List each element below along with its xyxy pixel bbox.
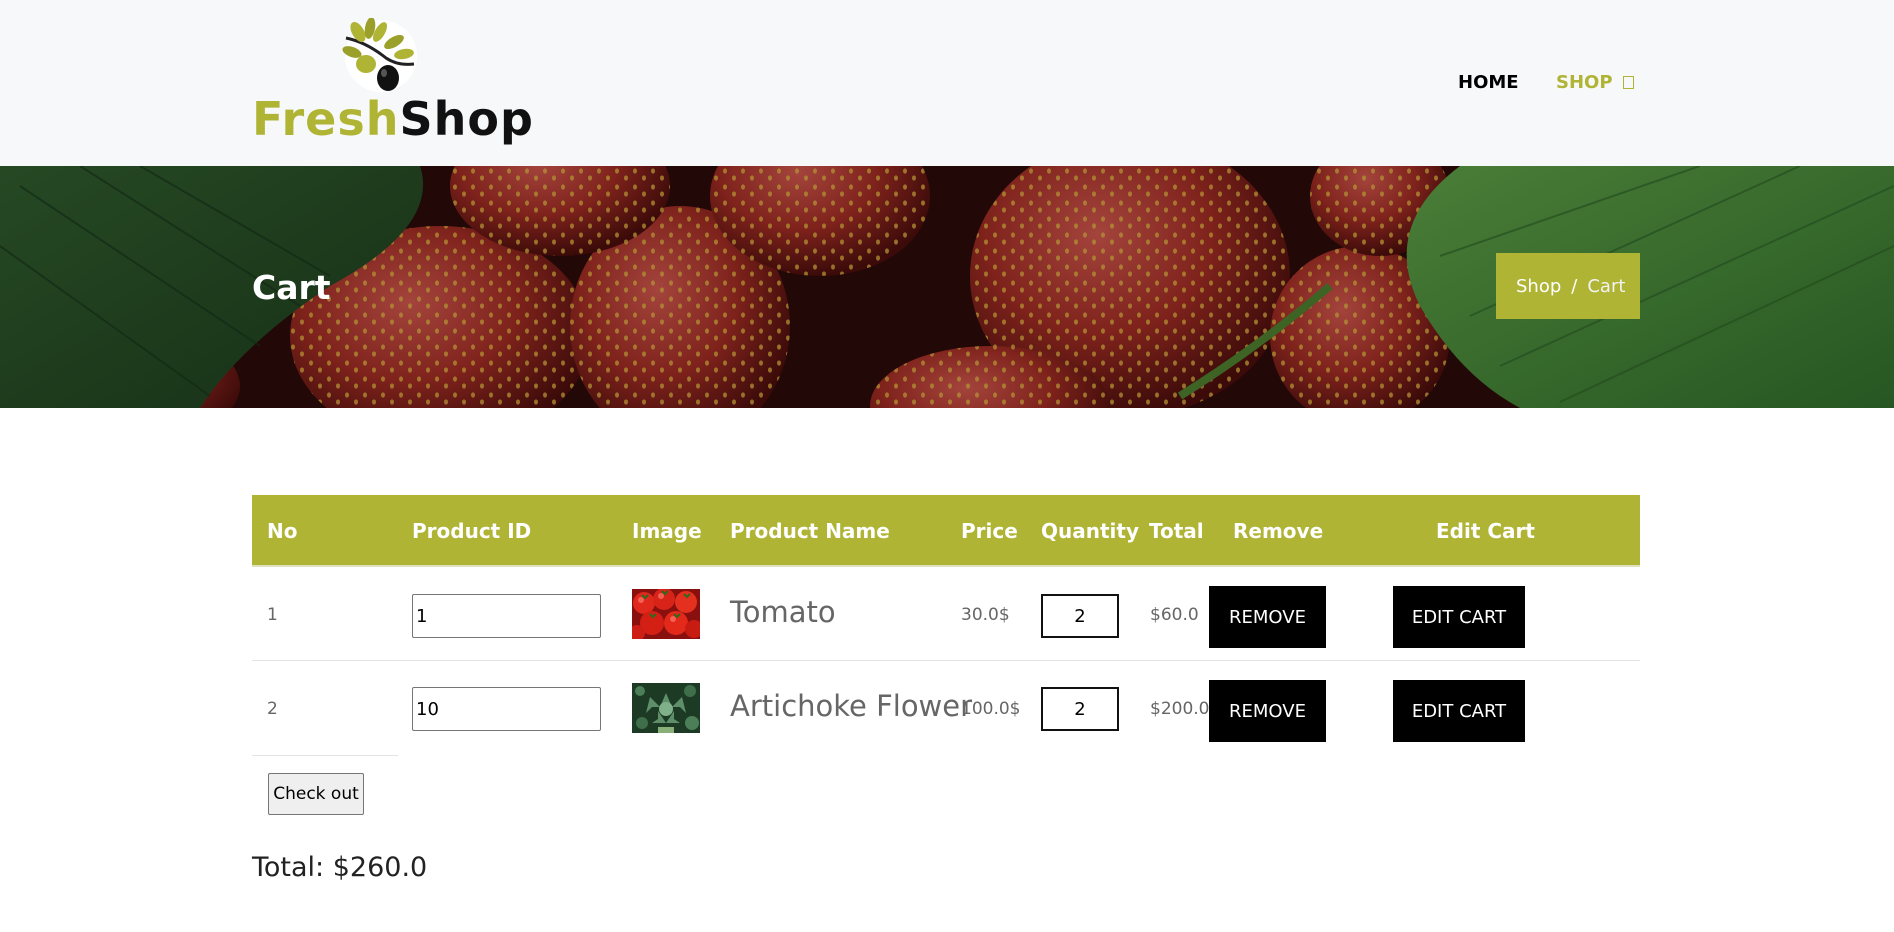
dropdown-icon: [1622, 76, 1634, 89]
table-row: 2 Artichoke Flower 100.0$ $200.0 REMOVE …: [252, 661, 1640, 755]
checkout-area: Check out: [252, 755, 398, 815]
header-product-id: Product ID: [412, 519, 532, 543]
artichoke-image: [632, 683, 700, 733]
product-name: Artichoke Flower: [730, 689, 973, 723]
nav-shop[interactable]: SHOP: [1556, 72, 1634, 93]
row-total: $60.0: [1150, 605, 1199, 625]
product-id-input[interactable]: [412, 594, 601, 638]
breadcrumb: Shop / Cart: [1496, 253, 1640, 319]
remove-button[interactable]: REMOVE: [1209, 680, 1326, 742]
product-name: Tomato: [730, 595, 836, 629]
page-title: Cart: [252, 268, 331, 307]
olive-branch-icon: [342, 18, 417, 92]
header-no: No: [267, 519, 298, 543]
header-remove: Remove: [1233, 519, 1324, 543]
nav-home[interactable]: HOME: [1458, 72, 1519, 93]
site-header: FreshShop HOME SHOP: [0, 0, 1894, 166]
brand-name: FreshShop: [252, 96, 534, 142]
table-header: No Product ID Image Product Name Price Q…: [252, 495, 1640, 567]
edit-cart-button[interactable]: EDIT CART: [1393, 680, 1525, 742]
tomato-image: [632, 589, 700, 639]
header-image: Image: [632, 519, 702, 543]
table-row: 1 Tomato 30.0$ $60.0 REMOVE EDIT CART: [252, 567, 1640, 661]
breadcrumb-separator: /: [1571, 275, 1578, 297]
row-total: $200.0: [1150, 699, 1210, 719]
brand-shop: Shop: [399, 92, 534, 146]
header-quantity: Quantity: [1041, 519, 1139, 543]
checkout-button[interactable]: Check out: [268, 773, 364, 815]
quantity-input[interactable]: [1041, 594, 1119, 638]
freshshop-logo[interactable]: FreshShop: [252, 18, 533, 154]
row-number: 2: [267, 699, 278, 719]
product-price: 30.0$: [961, 605, 1010, 625]
page-banner: Cart Shop / Cart: [0, 166, 1894, 408]
header-edit-cart: Edit Cart: [1436, 519, 1535, 543]
header-price: Price: [961, 519, 1018, 543]
nav-shop-label: SHOP: [1556, 72, 1613, 93]
brand-fresh: Fresh: [252, 92, 400, 146]
breadcrumb-shop-link[interactable]: Shop: [1516, 276, 1561, 297]
breadcrumb-current: Cart: [1587, 275, 1626, 297]
remove-button[interactable]: REMOVE: [1209, 586, 1326, 648]
quantity-input[interactable]: [1041, 687, 1119, 731]
row-number: 1: [267, 605, 278, 625]
edit-cart-button[interactable]: EDIT CART: [1393, 586, 1525, 648]
header-product-name: Product Name: [730, 519, 890, 543]
header-total: Total: [1149, 519, 1204, 543]
grand-total: Total: $260.0: [252, 852, 428, 883]
product-price: 100.0$: [961, 699, 1021, 719]
product-id-input[interactable]: [412, 687, 601, 731]
